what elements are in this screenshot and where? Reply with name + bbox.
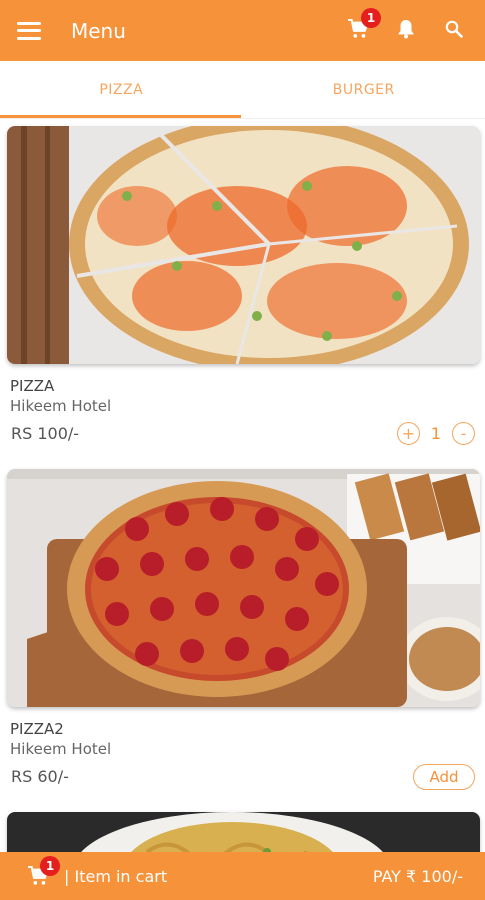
food-image[interactable] [7,812,480,852]
cart-button[interactable]: 1 [26,856,60,888]
notification-button[interactable] [393,16,419,42]
increment-button[interactable]: + [397,422,420,445]
cart-count-badge: 1 [40,856,60,876]
decrement-button[interactable]: - [452,422,475,445]
tab-pizza[interactable]: PIZZA [0,61,243,118]
bell-icon [398,20,414,39]
cart-button[interactable]: 1 [345,8,381,42]
item-hotel: Hikeem Hotel [10,740,112,758]
quantity-stepper: + 1 - [397,422,475,445]
cart-summary-bar: 1 | Item in cart PAY ₹ 100/- [0,852,485,900]
food-image[interactable] [7,126,480,364]
cart-count-badge: 1 [361,8,381,28]
page-title: Menu [71,18,126,43]
cart-item-count-text: | Item in cart [64,866,168,886]
item-name: PIZZA [10,377,55,395]
pay-button[interactable]: PAY ₹ 100/- [373,867,463,886]
item-hotel: Hikeem Hotel [10,397,112,415]
app-header: Menu 1 [0,0,485,61]
search-icon [445,20,463,38]
menu-item-card: PIZZA Hikeem Hotel RS 100/- + 1 - [0,119,485,462]
menu-list[interactable]: PIZZA Hikeem Hotel RS 100/- + 1 - PIZZA2… [0,119,485,852]
food-image[interactable] [7,469,480,707]
add-to-cart-button[interactable]: Add [413,764,475,790]
quantity-value: 1 [430,424,442,443]
menu-item-card: PIZZA2 Hikeem Hotel RS 60/- Add [0,462,485,805]
view-cart-button[interactable]: 1 | Item in cart [26,856,168,888]
item-price: RS 60/- [11,767,69,786]
menu-item-card [0,805,485,852]
item-name: PIZZA2 [10,720,64,738]
menu-icon[interactable] [17,21,41,40]
category-tabs: PIZZA BURGER [0,61,485,119]
tab-burger[interactable]: BURGER [243,61,485,118]
item-price: RS 100/- [11,424,80,443]
search-button[interactable] [441,16,467,42]
